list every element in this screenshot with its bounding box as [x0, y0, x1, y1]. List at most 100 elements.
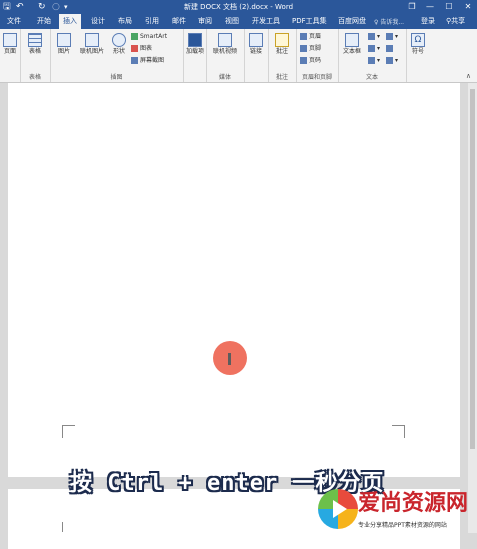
- omega-icon: Ω: [411, 33, 425, 47]
- watermark-tagline: 专业分享精品PPT素材资源的网站: [358, 522, 447, 529]
- header-footer-group-label: 页眉和页脚: [301, 74, 332, 81]
- tab-review[interactable]: 审阅: [194, 14, 216, 29]
- wordart-button[interactable]: ▾: [368, 44, 380, 53]
- minimize-icon[interactable]: —: [424, 1, 436, 13]
- pages-button[interactable]: 页面: [2, 33, 18, 55]
- pages-label: 页面: [3, 48, 16, 55]
- header-label: 页眉: [309, 33, 322, 40]
- tell-me-search[interactable]: ♀ 告诉我...: [374, 17, 404, 26]
- link-button[interactable]: 链接: [247, 33, 265, 55]
- text-group-label: 文本: [365, 74, 378, 81]
- margin-mark-next-page: [62, 522, 75, 532]
- chart-button[interactable]: 图表: [131, 44, 152, 53]
- tab-developer[interactable]: 开发工具: [248, 14, 284, 29]
- online-video-button[interactable]: 联机视频: [209, 33, 241, 55]
- tab-layout[interactable]: 布局: [114, 14, 136, 29]
- footer-label: 页脚: [309, 45, 322, 52]
- screenshot-icon: [131, 57, 138, 64]
- tab-home[interactable]: 开始: [33, 14, 55, 29]
- textbox-label: 文本框: [342, 48, 361, 55]
- video-icon: [218, 33, 232, 47]
- share-button[interactable]: ⚲共享: [446, 14, 465, 29]
- screenshot-button[interactable]: 屏幕截图: [131, 56, 164, 65]
- symbol-label: 符号: [411, 48, 424, 55]
- header-icon: [300, 33, 307, 40]
- comment-button[interactable]: 批注: [272, 33, 292, 55]
- table-label: 表格: [28, 48, 41, 55]
- picture-button[interactable]: 图片: [54, 33, 74, 55]
- store-icon: [188, 33, 202, 47]
- quick-parts-button[interactable]: ▾: [368, 32, 380, 41]
- group-text: 文本框 ▾ ▾ ▾ ▾ ▾ 文本: [338, 29, 407, 82]
- table-icon: [28, 33, 42, 47]
- ribbon-display-options-icon[interactable]: ❐: [406, 1, 418, 13]
- group-symbols: Ω 符号: [406, 29, 430, 82]
- shapes-label: 形状: [112, 48, 125, 55]
- group-header-footer: 页眉 页脚 页码 页眉和页脚: [296, 29, 339, 82]
- footer-button[interactable]: 页脚: [300, 44, 321, 53]
- tab-insert[interactable]: 插入: [59, 14, 81, 29]
- margin-mark-bottom-right: [392, 425, 405, 438]
- cursor-icon: [228, 353, 231, 365]
- tab-baidu-netdisk[interactable]: 百度网盘: [334, 14, 370, 29]
- chart-label: 图表: [140, 45, 153, 52]
- shapes-button[interactable]: 形状: [109, 33, 129, 55]
- ribbon-tabs: 文件 开始 插入 设计 布局 引用 邮件 审阅 视图 开发工具 PDF工具集 百…: [0, 14, 477, 29]
- page-icon: [3, 33, 17, 47]
- smartart-icon: [131, 33, 138, 40]
- signature-line-button[interactable]: ▾: [386, 32, 398, 41]
- lightbulb-icon: ♀: [374, 19, 379, 26]
- quick-parts-icon: [368, 33, 375, 40]
- object-icon: [386, 57, 393, 64]
- tab-design[interactable]: 设计: [87, 14, 109, 29]
- wordart-icon: [368, 45, 375, 52]
- textbox-icon: [345, 33, 359, 47]
- online-video-label: 联机视频: [212, 48, 237, 55]
- smartart-button[interactable]: SmartArt: [131, 32, 167, 41]
- login-link[interactable]: 登录: [421, 14, 435, 29]
- picture-label: 图片: [57, 48, 70, 55]
- tab-pdf-tools[interactable]: PDF工具集: [288, 14, 331, 29]
- link-icon: [249, 33, 263, 47]
- insert-ribbon: 页面 表格 表格 图片 联机图片 形状 SmartArt 图表 屏幕截图 插图 …: [0, 29, 477, 83]
- symbol-button[interactable]: Ω 符号: [409, 33, 427, 55]
- tab-references[interactable]: 引用: [141, 14, 163, 29]
- tell-me-placeholder: 告诉我...: [380, 19, 405, 26]
- drop-cap-button[interactable]: ▾: [368, 56, 380, 65]
- collapse-ribbon-icon[interactable]: ∧: [466, 72, 471, 80]
- group-pages: 页面: [0, 29, 21, 82]
- smartart-label: SmartArt: [140, 33, 168, 40]
- tab-file[interactable]: 文件: [3, 14, 25, 29]
- maximize-icon[interactable]: ☐: [443, 1, 455, 13]
- document-page-1[interactable]: [8, 83, 460, 477]
- tab-view[interactable]: 视图: [221, 14, 243, 29]
- addins-label: 加载项: [186, 48, 205, 55]
- page-number-icon: [300, 57, 307, 64]
- margin-mark-bottom-left: [62, 425, 75, 438]
- watermark: 爱尚资源网 专业分享精品PPT素材资源的网站: [316, 483, 477, 533]
- vertical-scrollbar[interactable]: [468, 83, 477, 533]
- addins-button[interactable]: 加载项: [186, 33, 204, 55]
- tab-mailings[interactable]: 邮件: [168, 14, 190, 29]
- title-bar: 🖫 ↶ ↻ ○ ▾ 新建 DOCX 文档 (2).docx - Word ❐ —…: [0, 0, 477, 14]
- link-label: 链接: [249, 48, 262, 55]
- footer-icon: [300, 45, 307, 52]
- scrollbar-thumb[interactable]: [470, 89, 475, 449]
- table-button[interactable]: 表格: [24, 33, 46, 55]
- watermark-name: 爱尚资源网: [358, 490, 469, 516]
- page-number-label: 页码: [309, 57, 322, 64]
- illustrations-group-label: 插图: [110, 74, 123, 81]
- online-picture-icon: [85, 33, 99, 47]
- close-icon[interactable]: ✕: [462, 1, 474, 13]
- textbox-button[interactable]: 文本框: [341, 33, 363, 55]
- drop-cap-icon: [368, 57, 375, 64]
- page-number-button[interactable]: 页码: [300, 56, 321, 65]
- cursor-highlight: [213, 341, 247, 375]
- header-button[interactable]: 页眉: [300, 32, 321, 41]
- chart-icon: [131, 45, 138, 52]
- share-label: 共享: [451, 17, 466, 25]
- date-time-button[interactable]: [386, 44, 395, 53]
- object-button[interactable]: ▾: [386, 56, 398, 65]
- online-picture-button[interactable]: 联机图片: [77, 33, 107, 55]
- group-media: 联机视频 媒体: [206, 29, 245, 82]
